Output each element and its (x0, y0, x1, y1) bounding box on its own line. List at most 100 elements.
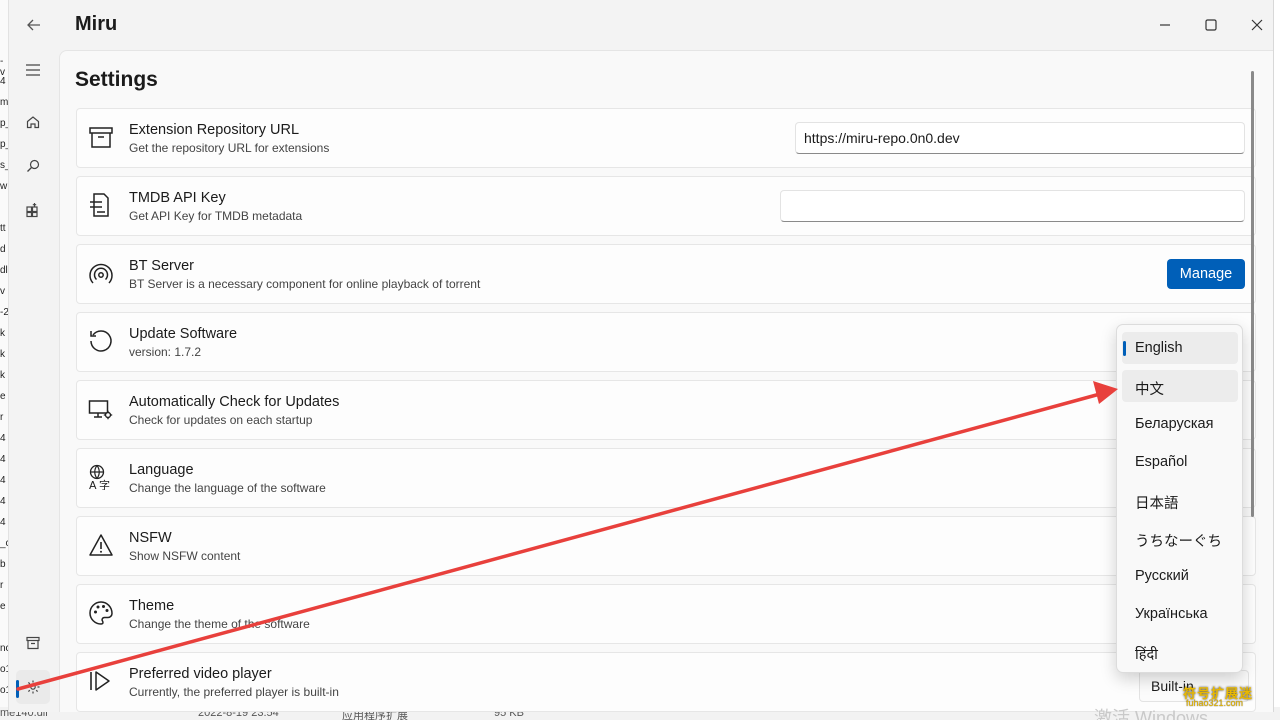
repository-icon (26, 636, 40, 650)
language-option-label: 日本語 (1135, 496, 1179, 512)
language-option-hindi[interactable]: हिंदी (1122, 636, 1238, 668)
page-title: Settings (75, 68, 158, 91)
language-option-chinese[interactable]: 中文 (1122, 370, 1238, 402)
language-icon: A字 (87, 463, 115, 491)
language-dropdown-menu: English 中文 Беларуская Español 日本語 うちなーぐち… (1116, 324, 1243, 673)
svg-text:字: 字 (99, 478, 110, 490)
setting-title: Preferred video player (129, 666, 272, 682)
extensions-icon (26, 203, 38, 218)
maximize-button[interactable] (1198, 12, 1224, 38)
home-icon (26, 116, 40, 129)
setting-subtitle: Change the language of the software (129, 481, 326, 495)
menu-button[interactable] (16, 53, 50, 87)
bg-fragment: tt (0, 223, 6, 234)
palette-icon (87, 599, 115, 627)
menu-icon (26, 64, 40, 76)
bg-fragment: w (0, 181, 8, 192)
bg-fragment: 4 (0, 475, 6, 486)
bg-fragment: d (0, 244, 6, 255)
bg-fragment: s_ (0, 160, 8, 171)
setting-title: BT Server (129, 258, 195, 274)
bg-fragment: r (0, 580, 4, 591)
language-option-spanish[interactable]: Español (1122, 446, 1238, 478)
history-icon (87, 327, 115, 355)
setting-title: Update Software (129, 326, 238, 342)
setting-extension-repo: Extension Repository URL Get the reposit… (76, 108, 1256, 168)
setting-subtitle: Change the theme of the software (129, 617, 310, 631)
repository-url-input[interactable] (795, 122, 1245, 154)
nav-active-indicator (16, 680, 19, 698)
settings-page: Settings Extension Repository URL Get th… (59, 50, 1273, 712)
bg-fragment: r (0, 412, 4, 423)
bg-fragment: p_ (0, 139, 8, 150)
setting-theme: Theme Change the theme of the software (76, 584, 1256, 644)
bg-fragment: dl (0, 265, 8, 276)
settings-icon (26, 680, 40, 694)
manage-bt-server-button[interactable]: Manage (1167, 259, 1245, 289)
language-option-label: English (1135, 340, 1183, 356)
back-button[interactable] (21, 12, 47, 38)
bg-fragment: m (0, 97, 8, 108)
app-title: Miru (75, 13, 118, 35)
tmdb-api-key-input[interactable] (780, 190, 1245, 222)
bg-fragment: v (0, 286, 5, 297)
nav-settings[interactable] (16, 670, 50, 704)
nav-search[interactable] (16, 149, 50, 183)
minimize-icon (1160, 24, 1170, 26)
bg-fragment: o1 (0, 685, 8, 696)
language-option-english[interactable]: English (1122, 332, 1238, 364)
bg-fragment: nc (0, 643, 8, 654)
setting-nsfw: NSFW Show NSFW content (76, 516, 1256, 576)
vertical-scrollbar[interactable] (1251, 71, 1254, 517)
site-watermark-url: fuhao321.com (1186, 698, 1244, 708)
nav-home[interactable] (16, 105, 50, 139)
document-edit-icon (87, 191, 115, 219)
setting-title: NSFW (129, 530, 172, 546)
language-option-okinawan[interactable]: うちなーぐち (1122, 522, 1238, 554)
language-option-label: Русский (1135, 568, 1189, 584)
bg-fragment: 4 (0, 76, 6, 87)
language-option-label: うちなーぐち (1135, 534, 1222, 550)
minimize-button[interactable] (1152, 12, 1178, 38)
bg-fragment: 4 (0, 454, 6, 465)
maximize-icon (1205, 19, 1217, 31)
language-option-ukrainian[interactable]: Українська (1122, 598, 1238, 630)
setting-tmdb-api-key: TMDB API Key Get API Key for TMDB metada… (76, 176, 1256, 236)
language-option-label: Español (1135, 454, 1188, 470)
nav-rail (9, 50, 57, 712)
bg-fragment: 4 (0, 517, 6, 528)
setting-subtitle: Show NSFW content (129, 549, 241, 563)
selected-indicator (1123, 341, 1126, 356)
setting-update-software[interactable]: Update Software version: 1.7.2 (76, 312, 1256, 372)
setting-title: TMDB API Key (129, 190, 226, 206)
language-option-russian[interactable]: Русский (1122, 560, 1238, 592)
bg-fragment: -2 (0, 307, 8, 318)
setting-subtitle: Currently, the preferred player is built… (129, 685, 339, 699)
nav-repository[interactable] (16, 626, 50, 660)
setting-title: Theme (129, 598, 175, 614)
setting-language: A字 Language Change the language of the s… (76, 448, 1256, 508)
bg-fragment: 4 (0, 433, 6, 444)
close-button[interactable] (1244, 12, 1270, 38)
svg-text:A: A (89, 479, 97, 490)
language-option-belarusian[interactable]: Беларуская (1122, 408, 1238, 440)
bg-fragment: k (0, 328, 5, 339)
bg-fragment: _c (0, 538, 8, 549)
bg-fragment: e (0, 601, 6, 612)
setting-subtitle: Get API Key for TMDB metadata (129, 209, 303, 223)
warning-icon (87, 531, 115, 559)
bg-fragment: -v (0, 56, 5, 78)
bg-fragment: p_ (0, 118, 8, 129)
setting-subtitle: version: 1.7.2 (129, 345, 202, 359)
broadcast-icon (87, 259, 115, 287)
language-option-label: Беларуская (1135, 416, 1214, 432)
language-option-label: 中文 (1135, 382, 1164, 398)
language-option-label: हिंदी (1135, 647, 1158, 663)
bg-fragment: e (0, 391, 6, 402)
setting-preferred-player: Preferred video player Currently, the pr… (76, 652, 1256, 712)
setting-auto-check-updates: Automatically Check for Updates Check fo… (76, 380, 1256, 440)
language-option-japanese[interactable]: 日本語 (1122, 484, 1238, 516)
nav-extensions[interactable] (16, 193, 50, 227)
setting-subtitle: Check for updates on each startup (129, 413, 313, 427)
close-icon (1251, 19, 1263, 31)
